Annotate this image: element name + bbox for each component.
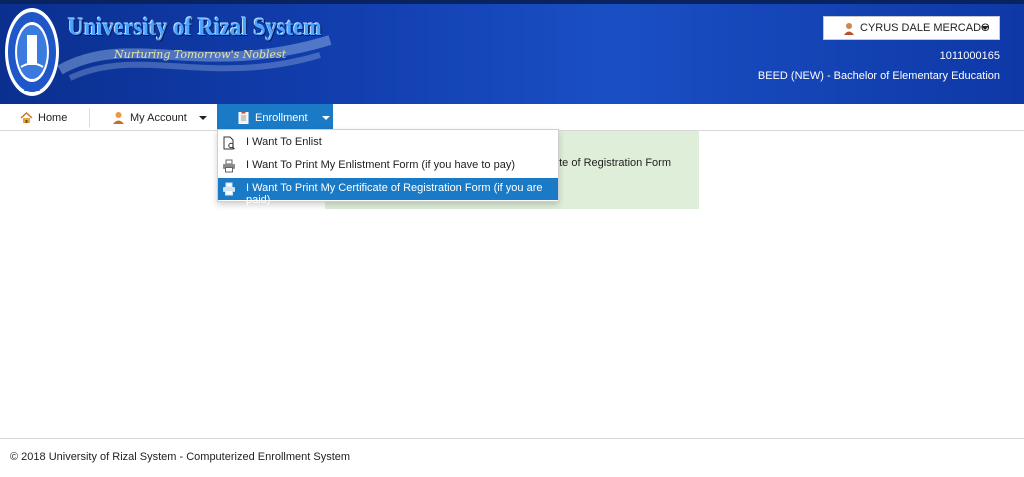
user-menu-button[interactable]: CYRUS DALE MERCADO bbox=[823, 16, 1000, 40]
user-name: CYRUS DALE MERCADO bbox=[860, 22, 990, 34]
footer-copyright: © 2018 University of Rizal System - Comp… bbox=[10, 451, 351, 463]
menu-item-print-registration-label: I Want To Print My Certificate of Regist… bbox=[246, 182, 543, 206]
user-icon bbox=[113, 112, 124, 124]
menu-item-print-registration-form[interactable]: I Want To Print My Certificate of Regist… bbox=[218, 178, 558, 206]
student-id: 1011000165 bbox=[939, 50, 1000, 62]
university-seal-logo: 2001 bbox=[5, 8, 59, 96]
chevron-down-icon bbox=[321, 115, 330, 120]
document-search-icon bbox=[223, 136, 235, 150]
main-navbar: Home My Account Enrollment bbox=[0, 104, 1024, 131]
house-icon bbox=[20, 111, 33, 123]
chevron-down-icon bbox=[198, 115, 207, 120]
nav-my-account-label: My Account bbox=[130, 111, 187, 124]
nav-enrollment[interactable]: Enrollment bbox=[217, 104, 333, 131]
header: 2001 University of Rizal System Nurturin… bbox=[0, 0, 1024, 104]
brand-name: University of Rizal System bbox=[68, 12, 322, 41]
menu-item-print-enlistment-label: I Want To Print My Enlistment Form (if y… bbox=[246, 159, 515, 171]
student-program: BEED (NEW) - Bachelor of Elementary Educ… bbox=[757, 70, 1000, 82]
nav-enrollment-label: Enrollment bbox=[255, 111, 308, 124]
enrollment-dropdown-menu: I Want To Enlist I Want To Print My Enli… bbox=[217, 129, 559, 206]
seal-year: 2001 bbox=[24, 86, 41, 93]
printer-icon bbox=[223, 159, 235, 173]
brand-tagline: Nurturing Tomorrow's Noblest bbox=[114, 48, 287, 61]
printer-icon bbox=[223, 182, 235, 196]
nav-home-label: Home bbox=[38, 111, 68, 124]
nav-home[interactable]: Home bbox=[20, 104, 67, 131]
user-icon bbox=[844, 23, 854, 35]
nav-my-account[interactable]: My Account bbox=[112, 104, 207, 131]
nav-divider bbox=[89, 108, 90, 127]
menu-item-print-enlistment-form[interactable]: I Want To Print My Enlistment Form (if y… bbox=[218, 155, 558, 177]
clipboard-icon bbox=[238, 111, 249, 124]
chevron-down-icon bbox=[981, 26, 989, 30]
footer: © 2018 University of Rizal System - Comp… bbox=[0, 438, 1024, 477]
menu-item-enlist[interactable]: I Want To Enlist bbox=[218, 132, 558, 154]
header-top-border bbox=[0, 0, 1024, 4]
menu-item-enlist-label: I Want To Enlist bbox=[246, 136, 322, 148]
